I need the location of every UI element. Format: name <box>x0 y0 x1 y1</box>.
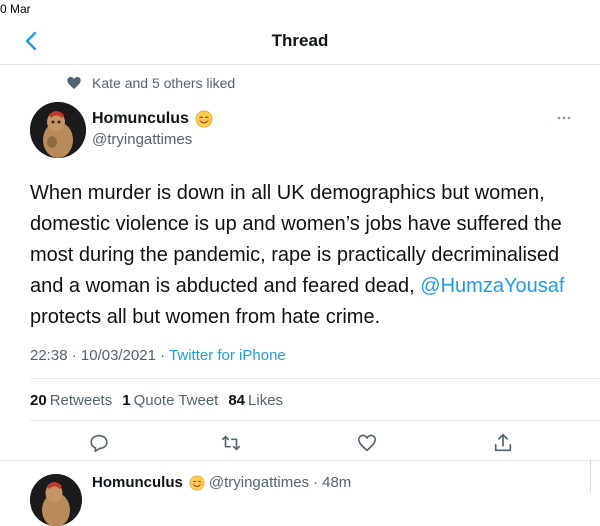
tweet-stats: 20 Retweets 1 Quote Tweet 84 Likes <box>30 392 283 409</box>
heart-icon <box>67 77 81 89</box>
reply-author-line[interactable]: Homunculus @tryingattimes · 48m <box>92 474 351 491</box>
handle[interactable]: @tryingattimes <box>92 131 192 148</box>
tweet-text-part: protects all but women from hate crime. <box>30 306 381 328</box>
retweet-icon[interactable] <box>220 432 242 454</box>
timeline-edge <box>590 460 591 492</box>
quotes-label: Quote Tweet <box>133 392 219 409</box>
retweets-count: 20 <box>30 392 47 409</box>
handle[interactable]: @tryingattimes <box>209 474 309 491</box>
likes-label: Likes <box>248 392 284 409</box>
retweets-stat[interactable]: 20 Retweets <box>30 392 112 409</box>
blushing-face-emoji-icon <box>195 110 213 128</box>
retweets-label: Retweets <box>49 392 113 409</box>
author-line[interactable]: Homunculus <box>92 110 213 128</box>
quotes-count: 1 <box>122 392 131 409</box>
tweet-time: 22:38 <box>30 347 68 364</box>
avatar[interactable] <box>30 474 82 526</box>
avatar[interactable] <box>30 102 86 158</box>
tweet-age: 48m <box>322 474 352 491</box>
avatar-image <box>30 102 86 158</box>
likes-count: 84 <box>228 392 246 409</box>
mention-link[interactable]: @HumzaYousaf <box>420 275 564 297</box>
more-options-icon[interactable] <box>556 110 572 126</box>
nav-bar: Thread <box>0 18 600 65</box>
tweet-date: 10/03/2021 <box>80 347 156 364</box>
quote-tweets-stat[interactable]: 1 Quote Tweet <box>122 392 218 409</box>
display-name[interactable]: Homunculus <box>92 110 189 128</box>
reply-tweet[interactable]: Homunculus @tryingattimes · 48m <box>0 460 600 526</box>
tweet-source-link[interactable]: Twitter for iPhone <box>169 347 286 364</box>
status-time: 0 Mar <box>0 2 31 16</box>
display-name[interactable]: Homunculus <box>92 474 183 491</box>
likes-stat[interactable]: 84 Likes <box>228 392 283 409</box>
page-title: Thread <box>271 31 329 50</box>
reply-icon[interactable] <box>88 432 110 454</box>
blushing-face-emoji-icon <box>189 474 205 491</box>
tweet-actions <box>0 432 600 454</box>
meta-separator: · <box>160 347 166 364</box>
avatar-image <box>30 474 82 526</box>
status-bar: 0 Mar <box>0 0 600 18</box>
social-context-text: Kate and 5 others liked <box>92 75 236 91</box>
meta-separator: · <box>313 474 319 491</box>
social-context[interactable]: Kate and 5 others liked <box>66 74 235 92</box>
share-icon[interactable] <box>492 432 514 454</box>
divider <box>30 420 600 421</box>
meta-separator: · <box>71 347 77 364</box>
tweet-text: When murder is down in all UK demographi… <box>30 178 578 333</box>
divider <box>30 378 600 379</box>
like-icon[interactable] <box>356 432 378 454</box>
tweet-meta: 22:38 · 10/03/2021 · Twitter for iPhone <box>30 347 286 364</box>
